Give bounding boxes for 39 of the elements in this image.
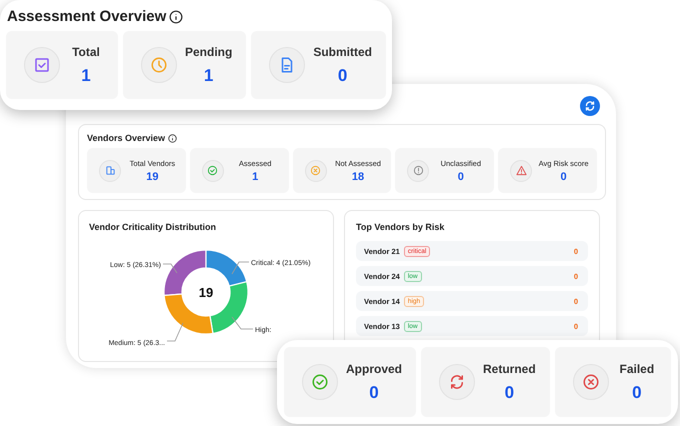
stat-value: 18 xyxy=(352,170,364,182)
x-circle-icon xyxy=(582,373,600,391)
card-title: Vendors Overview xyxy=(87,133,166,143)
leader-line xyxy=(232,262,250,274)
refresh-button[interactable] xyxy=(580,96,600,116)
stat-value: 0 xyxy=(632,382,642,402)
check-circle-icon xyxy=(207,165,218,176)
stat-value: 0 xyxy=(369,382,379,402)
clock-icon xyxy=(150,56,168,74)
stat-value: 1 xyxy=(81,66,91,86)
stat-value: 0 xyxy=(338,66,348,86)
stat-value: 0 xyxy=(458,170,464,182)
card-title: Top Vendors by Risk xyxy=(356,222,444,232)
exclamation-circle-icon xyxy=(412,165,424,176)
refresh-icon xyxy=(584,100,596,112)
card-title: Vendor Criticality Distribution xyxy=(89,222,216,232)
stat-value: 0 xyxy=(560,170,567,182)
stat-label: Submitted xyxy=(313,44,372,58)
donut-total: 19 xyxy=(198,285,214,300)
stat-label: Total xyxy=(72,44,100,58)
building-icon xyxy=(104,165,116,176)
leader-line xyxy=(232,316,254,330)
warning-icon xyxy=(516,165,527,176)
stat-label: Pending xyxy=(184,44,232,58)
x-circle-icon xyxy=(310,165,322,176)
stat-value: 1 xyxy=(204,66,214,86)
stat-label: Approved xyxy=(346,362,402,376)
info-icon[interactable] xyxy=(168,134,178,142)
stat-value: 1 xyxy=(252,170,258,182)
check-circle-icon xyxy=(311,373,329,391)
leader-line xyxy=(166,322,184,342)
card-title: Assessment Overview xyxy=(7,8,166,25)
info-icon[interactable] xyxy=(169,10,184,24)
stat-value: 0 xyxy=(504,382,514,402)
leader-line xyxy=(162,264,178,274)
stat-value: 19 xyxy=(146,170,159,182)
stat-label: Failed xyxy=(620,362,654,376)
stat-label: Returned xyxy=(483,362,536,376)
checkbox-icon xyxy=(33,56,51,74)
